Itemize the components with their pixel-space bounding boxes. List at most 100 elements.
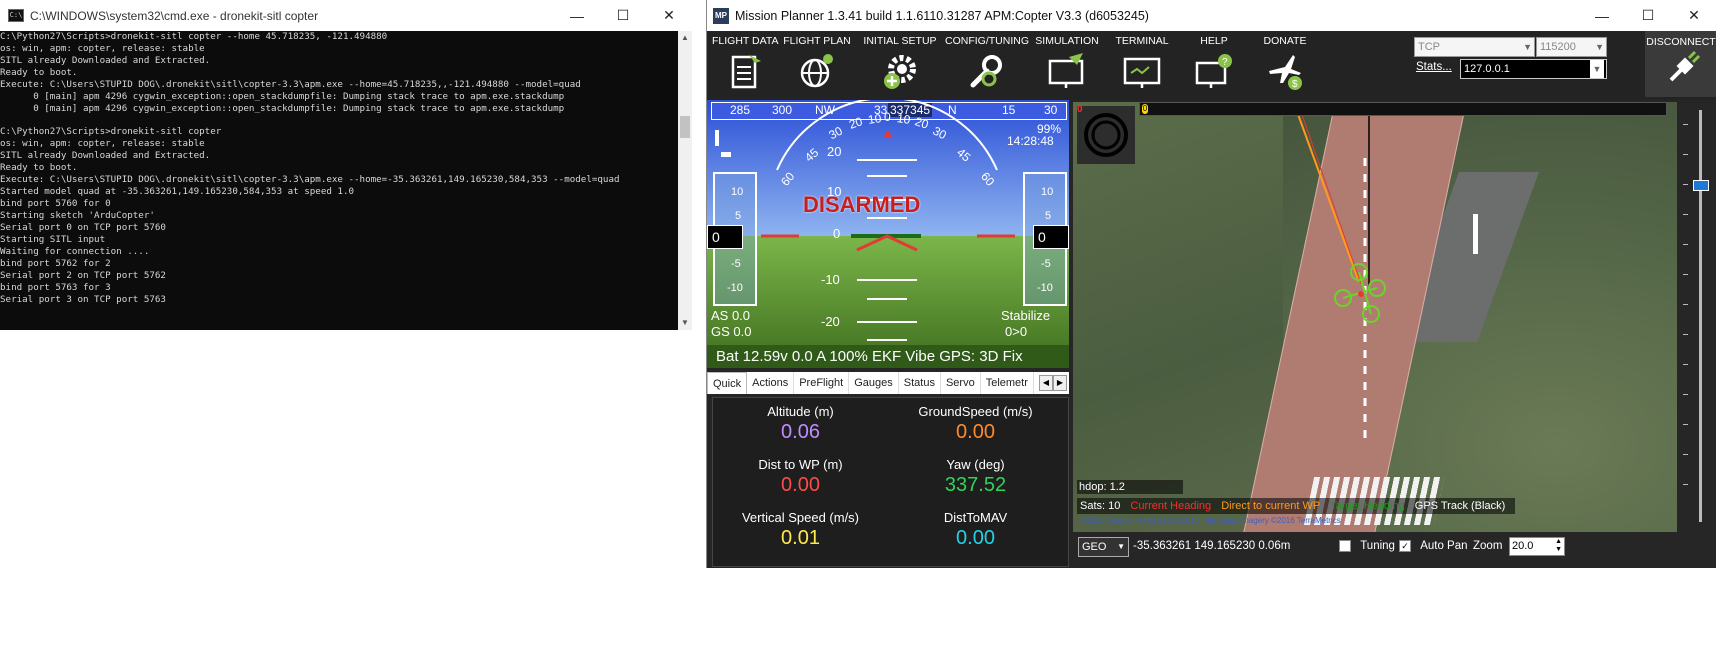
roll-label: 10: [896, 111, 912, 127]
maximize-icon[interactable]: ☐: [600, 0, 646, 31]
menu-label: SIMULATION: [1035, 35, 1099, 47]
progress-marker: 0: [1142, 104, 1148, 114]
console-line: Serial port 0 on TCP port 5760: [0, 222, 166, 233]
menu-flight-plan[interactable]: FLIGHT PLAN: [782, 35, 852, 99]
menu-help[interactable]: HELP ?: [1181, 35, 1247, 99]
console-line: Serial port 2 on TCP port 5762: [0, 270, 166, 281]
legend-target-heading: Target Heading: [1330, 500, 1405, 512]
console-line: 0 [main] apm 4296 cygwin_exception::open…: [0, 103, 565, 114]
chevron-left-icon[interactable]: ◀: [1039, 375, 1053, 391]
waypoint-progress: 0>0: [1005, 324, 1028, 339]
coord-mode-value: GEO: [1082, 541, 1107, 553]
airspeed-text: AS 0.0: [711, 308, 751, 323]
minimize-icon[interactable]: —: [554, 0, 600, 31]
mp-titlebar[interactable]: MP Mission Planner 1.3.41 build 1.1.6110…: [707, 0, 1716, 31]
quick-yaw[interactable]: Yaw (deg) 337.52: [888, 457, 1063, 497]
scroll-down-icon[interactable]: ▼: [678, 316, 692, 330]
menu-terminal[interactable]: TERMINAL: [1109, 35, 1175, 99]
menu-donate[interactable]: DONATE $: [1252, 35, 1318, 99]
home-marker: 0: [1077, 104, 1083, 115]
disconnect-button[interactable]: DISCONNECT: [1645, 31, 1716, 97]
console-line: Serial port 3 on TCP port 5763: [0, 294, 166, 305]
close-icon[interactable]: ✕: [1671, 0, 1716, 31]
menu-label: TERMINAL: [1115, 35, 1169, 47]
console-line: Waiting for connection ....: [0, 246, 150, 257]
plug-icon: [1669, 50, 1701, 82]
quick-value: 0.06: [781, 421, 820, 443]
close-icon[interactable]: ✕: [646, 0, 692, 31]
quick-label: Vertical Speed (m/s): [741, 510, 860, 525]
tab-servo[interactable]: Servo: [941, 372, 981, 394]
minimize-icon[interactable]: —: [1579, 0, 1625, 31]
tuning-check[interactable]: [1339, 540, 1351, 552]
autopan-checkbox[interactable]: ✓ Auto Pan: [1399, 540, 1468, 552]
scroll-thumb[interactable]: [680, 116, 690, 138]
chevron-right-icon[interactable]: ▶: [1053, 375, 1067, 391]
gimbal-widget[interactable]: [1077, 106, 1135, 164]
tab-gauges[interactable]: Gauges: [849, 372, 899, 394]
quick-value: 0.00: [956, 527, 995, 549]
legend-current-heading: Current Heading: [1130, 500, 1212, 512]
tab-telemetr[interactable]: Telemetr: [981, 372, 1034, 394]
menu-simulation[interactable]: SIMULATION: [1031, 35, 1103, 99]
flight-mode: Stabilize: [1001, 308, 1051, 323]
map-status-bar: GEO ▼ -35.363261 149.165230 0.06m Tuning…: [1073, 534, 1716, 564]
menu-initial-setup[interactable]: INITIAL SETUP: [863, 35, 937, 99]
svg-text:?: ?: [1222, 57, 1228, 68]
pitch-label: 0: [833, 226, 841, 241]
map-progress-bar: 0: [1139, 102, 1667, 116]
stepper-icon[interactable]: ▲ ▼: [1555, 538, 1562, 554]
console-scrollbar[interactable]: ▲ ▼: [678, 31, 692, 330]
tab-scroll[interactable]: ◀ ▶: [1039, 375, 1067, 391]
mp-title: Mission Planner 1.3.41 build 1.1.6110.31…: [735, 8, 1149, 23]
hud[interactable]: 285 300 NW 33 337345 N 15 30 99% 14:28:4…: [707, 100, 1069, 368]
maximize-icon[interactable]: ☐: [1625, 0, 1671, 31]
coord-mode-select[interactable]: GEO ▼: [1078, 537, 1129, 557]
console-output[interactable]: C:\Python27\Scripts>dronekit-sitl copter…: [0, 31, 678, 330]
menu-config-tuning[interactable]: CONFIG/TUNING: [945, 35, 1029, 99]
quick-groundspeed[interactable]: GroundSpeed (m/s) 0.00: [888, 404, 1063, 444]
connection-type-select[interactable]: TCP ▼: [1414, 37, 1535, 57]
tab-quick[interactable]: Quick: [707, 372, 748, 394]
tab-status[interactable]: Status: [899, 372, 941, 394]
quick-dist-to-wp[interactable]: Dist to WP (m) 0.00: [713, 457, 888, 497]
quick-label: Yaw (deg): [946, 457, 1005, 472]
quick-dist-to-mav[interactable]: DistToMAV 0.00: [888, 510, 1063, 550]
address-select[interactable]: 127.0.0.1 ▼: [1460, 59, 1607, 79]
speed-tick: 5: [735, 210, 742, 222]
map-view[interactable]: 0 0 hdop: 1.2 Sats: 10 Current Heading D…: [1073, 102, 1677, 532]
zoom-thumb[interactable]: [1693, 180, 1709, 191]
zoom-tick: [1683, 124, 1688, 125]
console-line: SITL already Downloaded and Extracted.: [0, 55, 211, 66]
zoom-tick: [1683, 244, 1688, 245]
baud-select[interactable]: 115200 ▼: [1536, 37, 1607, 57]
zoom-slider[interactable]: [1679, 104, 1715, 530]
zoom-input[interactable]: 20.0 ▲ ▼: [1509, 537, 1565, 556]
chevron-down-icon: ▼: [1523, 42, 1532, 52]
scroll-up-icon[interactable]: ▲: [678, 31, 692, 45]
zoom-tick: [1683, 394, 1688, 395]
console-line: os: win, apm: copter, release: stable: [0, 138, 205, 149]
tab-actions[interactable]: Actions: [747, 372, 795, 394]
tab-preflight[interactable]: PreFlight: [794, 372, 850, 394]
stats-link[interactable]: Stats...: [1416, 61, 1452, 73]
zoom-tick: [1683, 274, 1688, 275]
zoom-tick: [1683, 214, 1688, 215]
cmd-titlebar[interactable]: C:\ C:\WINDOWS\system32\cmd.exe - dronek…: [0, 0, 692, 31]
autopan-check[interactable]: ✓: [1399, 540, 1411, 552]
quick-value: 337.52: [944, 474, 1007, 496]
legend-gps-track: GPS Track (Black): [1414, 500, 1506, 512]
wrench-icon: [970, 55, 1002, 88]
tuning-checkbox[interactable]: Tuning: [1339, 540, 1395, 552]
quick-altitude[interactable]: Altitude (m) 0.06: [713, 404, 888, 444]
quick-label: Dist to WP (m): [758, 457, 843, 472]
menu-flight-data[interactable]: FLIGHT DATA: [712, 35, 779, 99]
console-line: C:\Python27\Scripts>dronekit-sitl copter: [0, 126, 222, 137]
pitch-ladder: [857, 159, 917, 341]
cmd-title: C:\WINDOWS\system32\cmd.exe - dronekit-s…: [30, 8, 319, 23]
altitude-tick: 10: [1041, 186, 1054, 198]
console-line: Starting sketch 'ArduCopter': [0, 210, 155, 221]
chevron-down-icon: ▼: [1595, 42, 1604, 52]
quick-vertical-speed[interactable]: Vertical Speed (m/s) 0.01: [713, 510, 888, 550]
